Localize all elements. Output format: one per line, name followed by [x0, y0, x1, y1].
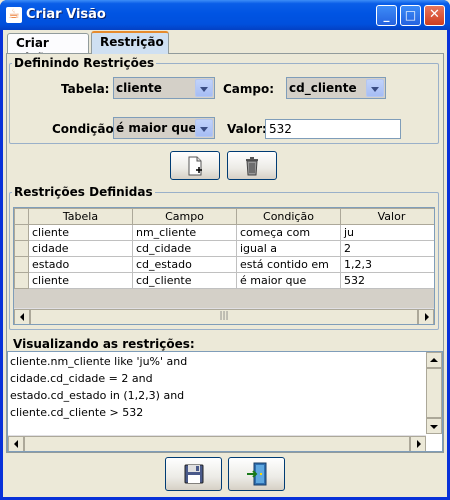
valor-label: Valor: [227, 122, 267, 136]
column-header-valor[interactable]: Valor [340, 208, 434, 225]
column-header-condicao[interactable]: Condição [236, 208, 341, 225]
restricao-panel: Definindo Restrições Tabela: cliente Cam… [6, 53, 444, 453]
chevron-down-icon[interactable] [366, 79, 384, 97]
table-cell[interactable]: cd_cliente [132, 272, 237, 289]
table-cell[interactable]: estado [28, 256, 133, 273]
campo-combo-value: cd_cliente [289, 81, 357, 95]
main-window: ☕ Criar Visão _ □ ✕ Criar Visão Restriçã… [0, 0, 450, 500]
column-header-campo[interactable]: Campo [132, 208, 237, 225]
table-row[interactable]: cidade cd_cidade igual a 2 [14, 240, 434, 257]
table-cell[interactable]: cliente [28, 272, 133, 289]
row-header-corner [14, 208, 29, 225]
scrollbar-thumb[interactable]: ||| [30, 309, 418, 324]
preview-horizontal-scrollbar[interactable] [8, 435, 426, 451]
exit-button[interactable] [228, 457, 285, 491]
campo-label: Campo: [223, 82, 275, 96]
preview-line: cliente.nm_cliente like 'ju%' and [10, 355, 188, 368]
table-row[interactable]: cliente cd_cliente é maior que 532 [14, 272, 434, 289]
preview-line: cliente.cd_cliente > 532 [10, 406, 144, 419]
exit-door-icon [246, 462, 266, 486]
chevron-down-icon[interactable] [195, 119, 213, 137]
close-button[interactable]: ✕ [424, 5, 445, 26]
scroll-left-icon[interactable] [14, 309, 30, 324]
condicao-label: Condição: [52, 122, 119, 136]
table-cell[interactable]: nm_cliente [132, 224, 237, 241]
scrollbar-thumb[interactable] [24, 436, 410, 451]
tabela-combo-value: cliente [116, 81, 162, 95]
tab-restricao[interactable]: Restrição [91, 31, 169, 54]
add-restriction-button[interactable] [170, 151, 220, 180]
tabela-label: Tabela: [61, 82, 110, 96]
scrollbar-thumb[interactable] [426, 368, 442, 418]
table-header-row: Tabela Campo Condição Valor [14, 208, 434, 225]
new-document-icon [188, 156, 202, 176]
table-cell[interactable]: ju [340, 224, 434, 241]
tab-criar-visao[interactable]: Criar Visão [7, 33, 89, 65]
scroll-right-icon[interactable] [410, 436, 426, 451]
row-header[interactable] [14, 240, 29, 257]
chevron-down-icon[interactable] [195, 79, 213, 97]
valor-input[interactable] [265, 119, 401, 139]
preview-vertical-scrollbar[interactable] [426, 352, 442, 434]
row-header[interactable] [14, 256, 29, 273]
table-row[interactable]: cliente nm_cliente começa com ju [14, 224, 434, 241]
window-title: Criar Visão [26, 7, 106, 22]
floppy-disk-icon [184, 464, 203, 484]
scroll-right-icon[interactable] [418, 309, 434, 324]
preview-line: estado.cd_estado in (1,2,3) and [10, 389, 185, 402]
row-header[interactable] [14, 224, 29, 241]
table-cell[interactable]: começa com [236, 224, 341, 241]
visualizando-label: Visualizando as restrições: [13, 337, 195, 351]
maximize-button[interactable]: □ [400, 5, 421, 26]
table-cell[interactable]: está contido em [236, 256, 341, 273]
scroll-down-icon[interactable] [426, 418, 442, 434]
restrictions-table[interactable]: Tabela Campo Condição Valor cliente nm_c… [13, 207, 435, 325]
table-cell[interactable]: é maior que [236, 272, 341, 289]
table-cell[interactable]: igual a [236, 240, 341, 257]
trash-icon [246, 157, 258, 176]
definidas-legend: Restrições Definidas [14, 185, 153, 199]
table-cell[interactable]: cidade [28, 240, 133, 257]
preview-line: cidade.cd_cidade = 2 and [10, 372, 153, 385]
campo-combo[interactable]: cd_cliente [286, 77, 386, 99]
table-cell[interactable]: cliente [28, 224, 133, 241]
scroll-left-icon[interactable] [8, 436, 24, 451]
scroll-up-icon[interactable] [426, 352, 442, 368]
minimize-button[interactable]: _ [376, 5, 397, 26]
condicao-combo[interactable]: é maior que [113, 117, 215, 139]
table-row[interactable]: estado cd_estado está contido em 1,2,3 [14, 256, 434, 273]
column-header-tabela[interactable]: Tabela [28, 208, 133, 225]
tabela-combo[interactable]: cliente [113, 77, 215, 99]
java-cup-icon: ☕ [6, 7, 22, 23]
save-button[interactable] [165, 457, 222, 491]
condicao-combo-value: é maior que [116, 121, 197, 135]
definindo-legend: Definindo Restrições [14, 56, 155, 70]
table-cell[interactable]: cd_cidade [132, 240, 237, 257]
table-horizontal-scrollbar[interactable]: ||| [14, 308, 434, 324]
delete-restriction-button[interactable] [227, 151, 277, 180]
table-cell[interactable]: cd_estado [132, 256, 237, 273]
restrictions-grid: Tabela Campo Condição Valor cliente nm_c… [14, 208, 434, 289]
window-client-area: Criar Visão Restrição Definindo Restriçõ… [3, 30, 447, 497]
title-bar[interactable]: ☕ Criar Visão _ □ ✕ [0, 0, 450, 30]
table-cell[interactable]: 532 [340, 272, 434, 289]
row-header[interactable] [14, 272, 29, 289]
sql-preview-textarea[interactable]: cliente.nm_cliente like 'ju%' and cidade… [7, 351, 443, 452]
table-cell[interactable]: 2 [340, 240, 434, 257]
table-cell[interactable]: 1,2,3 [340, 256, 434, 273]
